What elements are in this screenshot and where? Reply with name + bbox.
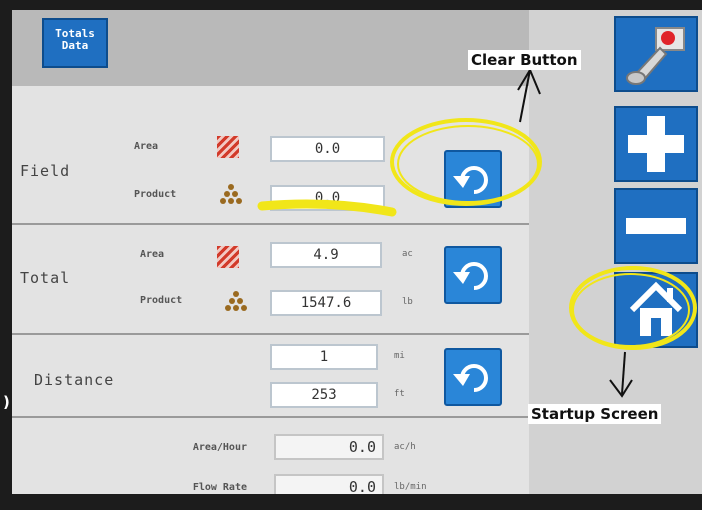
joystick-icon	[626, 27, 685, 85]
field-area-label: Area	[134, 141, 159, 152]
total-reset-button[interactable]	[444, 246, 502, 304]
total-section-label: Total	[20, 269, 71, 287]
side-toolbar	[529, 10, 702, 494]
totals-panel: Field Area 0.0 Product 0.0 Total Area 4.…	[12, 86, 531, 494]
totals-data-tab-label: Totals Data	[55, 27, 95, 52]
distance-ft-value: 253	[270, 382, 378, 408]
field-product-value: 0.0	[270, 185, 385, 211]
section-divider	[12, 223, 529, 225]
joystick-button[interactable]	[614, 16, 698, 92]
reset-arrow-icon	[453, 166, 488, 194]
field-section-label: Field	[20, 162, 71, 180]
field-area-value: 0.0	[270, 136, 385, 162]
section-divider	[12, 416, 529, 418]
distance-section-label: Distance	[34, 371, 115, 389]
flow-rate-value: 0.0	[274, 474, 384, 494]
area-hour-label: Area/Hour	[192, 442, 247, 453]
total-product-value: 1547.6	[270, 290, 382, 316]
distance-mi-value: 1	[270, 344, 378, 370]
totals-data-tab[interactable]: Totals Data	[42, 18, 108, 68]
header-bar: Totals Data	[12, 10, 529, 87]
area-hatch-icon	[217, 136, 239, 158]
total-area-value: 4.9	[270, 242, 382, 268]
home-icon	[629, 281, 683, 336]
area-hour-unit: ac/h	[394, 442, 416, 452]
distance-mi-unit: mi	[394, 351, 405, 361]
product-pellets-icon	[219, 184, 243, 206]
minus-icon	[626, 218, 686, 234]
section-divider	[12, 333, 529, 335]
field-product-label: Product	[134, 189, 177, 200]
total-product-label: Product	[140, 295, 183, 306]
totals-screen: Totals Data Field Area 0.0 Product 0.0 T…	[12, 10, 702, 494]
total-area-label: Area	[140, 249, 165, 260]
edge-mark: )	[3, 393, 10, 411]
home-button[interactable]	[614, 272, 698, 348]
total-area-unit: ac	[402, 249, 413, 259]
total-product-unit: lb	[402, 297, 413, 307]
distance-reset-button[interactable]	[444, 348, 502, 406]
area-hour-value: 0.0	[274, 434, 384, 460]
plus-button[interactable]	[614, 106, 698, 182]
field-reset-button[interactable]	[444, 150, 502, 208]
plus-icon	[628, 116, 684, 172]
flow-rate-label: Flow Rate	[192, 482, 247, 493]
minus-button[interactable]	[614, 188, 698, 264]
distance-ft-unit: ft	[394, 389, 405, 399]
product-pellets-icon	[224, 291, 248, 313]
area-hatch-icon	[217, 246, 239, 268]
reset-arrow-icon	[453, 262, 488, 290]
reset-arrow-icon	[453, 364, 488, 392]
flow-rate-unit: lb/min	[394, 482, 427, 492]
